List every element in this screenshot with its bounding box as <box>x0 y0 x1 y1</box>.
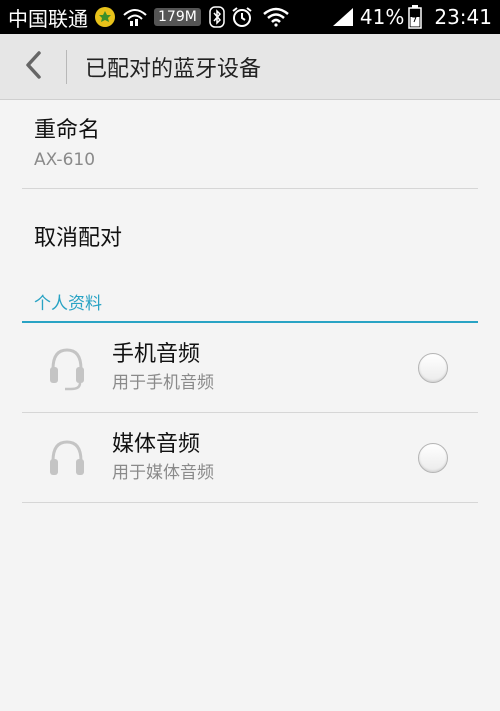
section-title: 个人资料 <box>34 294 102 314</box>
profile-item-media-audio[interactable]: 媒体音频 用于媒体音频 <box>22 413 478 503</box>
alarm-icon <box>231 6 253 28</box>
unpair-item[interactable]: 取消配对 <box>22 189 478 282</box>
chevron-left-icon <box>23 50 43 84</box>
carrier-name: 中国联通 <box>8 6 88 31</box>
app-badge-icon <box>94 6 116 28</box>
media-audio-radio[interactable] <box>418 442 448 473</box>
bluetooth-icon <box>209 6 225 28</box>
rename-title: 重命名 <box>34 118 101 143</box>
profiles-section-header: 个人资料 <box>22 282 478 323</box>
action-bar-divider <box>66 49 67 84</box>
profile-item-phone-audio[interactable]: 手机音频 用于手机音频 <box>22 323 478 413</box>
profile-text: 手机音频 用于手机音频 <box>112 340 418 395</box>
battery-icon <box>408 5 423 29</box>
status-bar: 中国联通 179M 41% 23:41 <box>0 0 500 34</box>
page-title: 已配对的蓝牙设备 <box>85 56 262 82</box>
rename-item[interactable]: 重命名 AX-610 <box>22 100 478 189</box>
profile-title: 手机音频 <box>112 342 201 367</box>
profile-subtitle: 用于媒体音频 <box>112 463 214 483</box>
phone-audio-radio[interactable] <box>418 352 448 383</box>
back-button[interactable] <box>0 34 66 100</box>
profile-title: 媒体音频 <box>112 432 201 457</box>
clock: 23:41 <box>434 5 492 29</box>
profile-text: 媒体音频 用于媒体音频 <box>112 430 418 485</box>
headset-icon <box>22 323 112 413</box>
profile-subtitle: 用于手机音频 <box>112 373 214 393</box>
settings-content: 重命名 AX-610 取消配对 个人资料 手机音频 用于手机音频 媒体音频 用于… <box>0 100 500 503</box>
headphones-icon <box>22 413 112 503</box>
battery-percent: 41% <box>359 5 405 29</box>
device-name: AX-610 <box>34 150 96 170</box>
action-bar: 已配对的蓝牙设备 <box>0 34 500 100</box>
unpair-title: 取消配对 <box>34 225 123 251</box>
wifi-bars-icon <box>122 7 148 27</box>
signal-icon <box>332 7 354 27</box>
network-speed-badge: 179M <box>154 8 201 26</box>
wifi-icon <box>263 7 289 27</box>
